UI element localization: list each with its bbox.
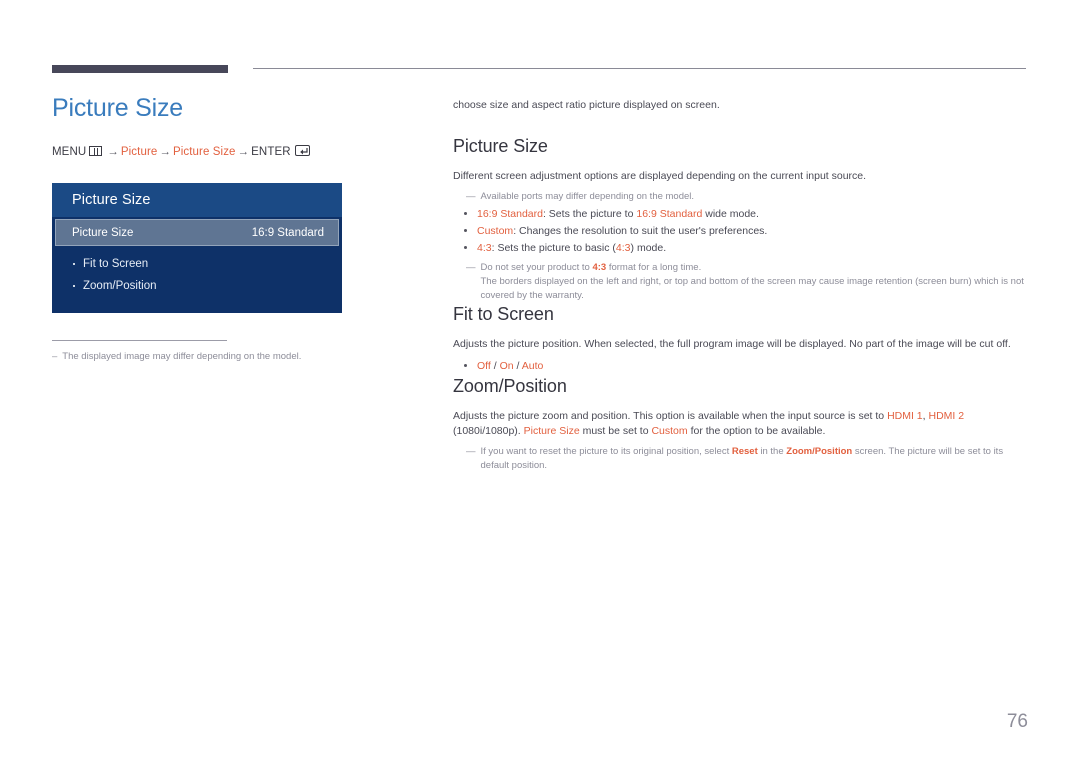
option-on: On	[499, 360, 514, 372]
page-title: Picture Size	[52, 94, 183, 122]
option-highlight: 16:9 Standard	[636, 208, 703, 220]
header-rules	[0, 0, 1080, 80]
option-rest-a: : Sets the picture to basic (	[491, 242, 616, 254]
left-footnote: – The displayed image may differ dependi…	[52, 350, 342, 363]
note-line2: The borders displayed on the left and ri…	[480, 276, 1024, 301]
note-line1-a: Do not set your product to	[480, 262, 593, 273]
option-term: 16:9 Standard	[477, 208, 543, 220]
option-rest-b: ) mode.	[630, 242, 667, 254]
zoom-body-b: (1080i/1080p).	[453, 425, 524, 437]
option-rest-b: wide mode.	[702, 208, 759, 220]
note-line1-highlight: 4:3	[592, 262, 607, 273]
osd-header-label: Picture Size	[72, 192, 151, 208]
header-rule-thin	[253, 68, 1026, 69]
osd-item-label: Fit to Screen	[83, 258, 149, 270]
note-text-block: Do not set your product to 4:3 format fo…	[481, 261, 1029, 303]
note-text: Available ports may differ depending on …	[480, 191, 695, 202]
bullet-dot-icon	[73, 284, 75, 287]
footnote-divider	[52, 340, 227, 341]
note-text-block: If you want to reset the picture to its …	[481, 445, 1029, 473]
intro-text: choose size and aspect ratio picture dis…	[453, 99, 720, 111]
option-off: Off	[477, 360, 491, 372]
note-a: If you want to reset the picture to its …	[480, 446, 732, 457]
note-zoom-position-term: Zoom/Position	[786, 446, 853, 457]
note-line1-c: format for a long time.	[606, 262, 702, 273]
menu-path-arrow-2: →	[159, 146, 171, 158]
list-item: Off / On / Auto	[453, 358, 1028, 374]
zoom-body-custom: Custom	[651, 425, 688, 437]
section-body-zoom-position: Adjusts the picture zoom and position. T…	[453, 409, 1028, 439]
note-dash-marker: —	[466, 262, 476, 273]
bullet-dot-icon	[73, 262, 75, 265]
osd-item-fit-to-screen[interactable]: Fit to Screen	[52, 253, 342, 275]
osd-row-label: Picture Size	[72, 226, 134, 239]
osd-row-value: 16:9 Standard	[251, 226, 324, 239]
osd-item-zoom-position[interactable]: Zoom/Position	[52, 275, 342, 297]
menu-path-item-picture-size: Picture Size	[172, 146, 236, 158]
option-highlight: 4:3	[615, 242, 631, 254]
osd-menu-preview: Picture Size Picture Size 16:9 Standard …	[52, 183, 342, 313]
option-auto: Auto	[521, 360, 544, 372]
osd-item-list: Fit to Screen Zoom/Position	[52, 246, 342, 313]
section-body-picture-size: Different screen adjustment options are …	[453, 170, 867, 182]
osd-header: Picture Size	[52, 183, 342, 217]
left-footnote-block: – The displayed image may differ dependi…	[52, 340, 342, 363]
enter-key-icon	[294, 145, 310, 156]
list-item: 16:9 Standard: Sets the picture to 16:9 …	[453, 206, 1028, 222]
menu-path-item-picture: Picture	[120, 146, 158, 158]
section-body-fit-to-screen: Adjusts the picture position. When selec…	[453, 338, 1011, 350]
menu-grid-icon	[89, 146, 103, 156]
note-available-ports: — Available ports may differ depending o…	[466, 190, 1028, 204]
osd-row-picture-size[interactable]: Picture Size 16:9 Standard	[55, 219, 339, 246]
section-heading-zoom-position: Zoom/Position	[453, 376, 567, 396]
zoom-body-c: must be set to	[579, 425, 652, 437]
option-rest-a: : Changes the resolution to suit the use…	[513, 225, 768, 237]
note-b: in the	[757, 446, 787, 457]
zoom-body-hdmi2: HDMI 2	[928, 410, 965, 422]
menu-path-breadcrumb: MENU → Picture → Picture Size → ENTER	[52, 145, 412, 159]
zoom-body-d: for the option to be available.	[687, 425, 826, 437]
menu-path-enter-label: ENTER	[251, 146, 291, 158]
option-separator: /	[490, 360, 500, 372]
note-reset-picture: — If you want to reset the picture to it…	[466, 445, 1028, 473]
osd-item-label: Zoom/Position	[83, 280, 157, 292]
zoom-body-picture-size: Picture Size	[523, 425, 580, 437]
option-term: 4:3	[477, 242, 492, 254]
left-column: Picture Size MENU → Picture → Picture Size → E…	[52, 92, 412, 363]
option-term: Custom	[477, 225, 514, 237]
page-number: 76	[1006, 711, 1028, 732]
section-heading-fit-to-screen: Fit to Screen	[453, 304, 554, 324]
list-item: Custom: Changes the resolution to suit t…	[453, 223, 1028, 239]
note-reset-term: Reset	[731, 446, 758, 457]
zoom-body-hdmi1: HDMI 1	[887, 410, 923, 422]
option-rest-a: : Sets the picture to	[542, 208, 637, 220]
footnote-dash-marker: –	[52, 351, 58, 362]
right-column: choose size and aspect ratio picture dis…	[453, 98, 1028, 473]
fit-to-screen-option-list: Off / On / Auto	[453, 358, 1028, 374]
section-heading-picture-size: Picture Size	[453, 136, 548, 156]
note-dash-marker: —	[466, 191, 476, 202]
header-rule-thick	[52, 65, 228, 73]
menu-path-menu-label: MENU	[52, 146, 87, 158]
picture-size-option-list: 16:9 Standard: Sets the picture to 16:9 …	[453, 206, 1028, 256]
menu-path-arrow-3: →	[237, 146, 250, 158]
list-item: 4:3: Sets the picture to basic (4:3) mod…	[453, 240, 1028, 256]
zoom-body-a: Adjusts the picture zoom and position. T…	[453, 410, 888, 422]
option-separator: /	[513, 360, 522, 372]
left-footnote-text: The displayed image may differ depending…	[62, 351, 302, 362]
note-dash-marker: —	[466, 446, 476, 457]
menu-path-arrow-1: →	[107, 146, 119, 158]
note-do-not-set-4-3: — Do not set your product to 4:3 format …	[466, 261, 1028, 303]
